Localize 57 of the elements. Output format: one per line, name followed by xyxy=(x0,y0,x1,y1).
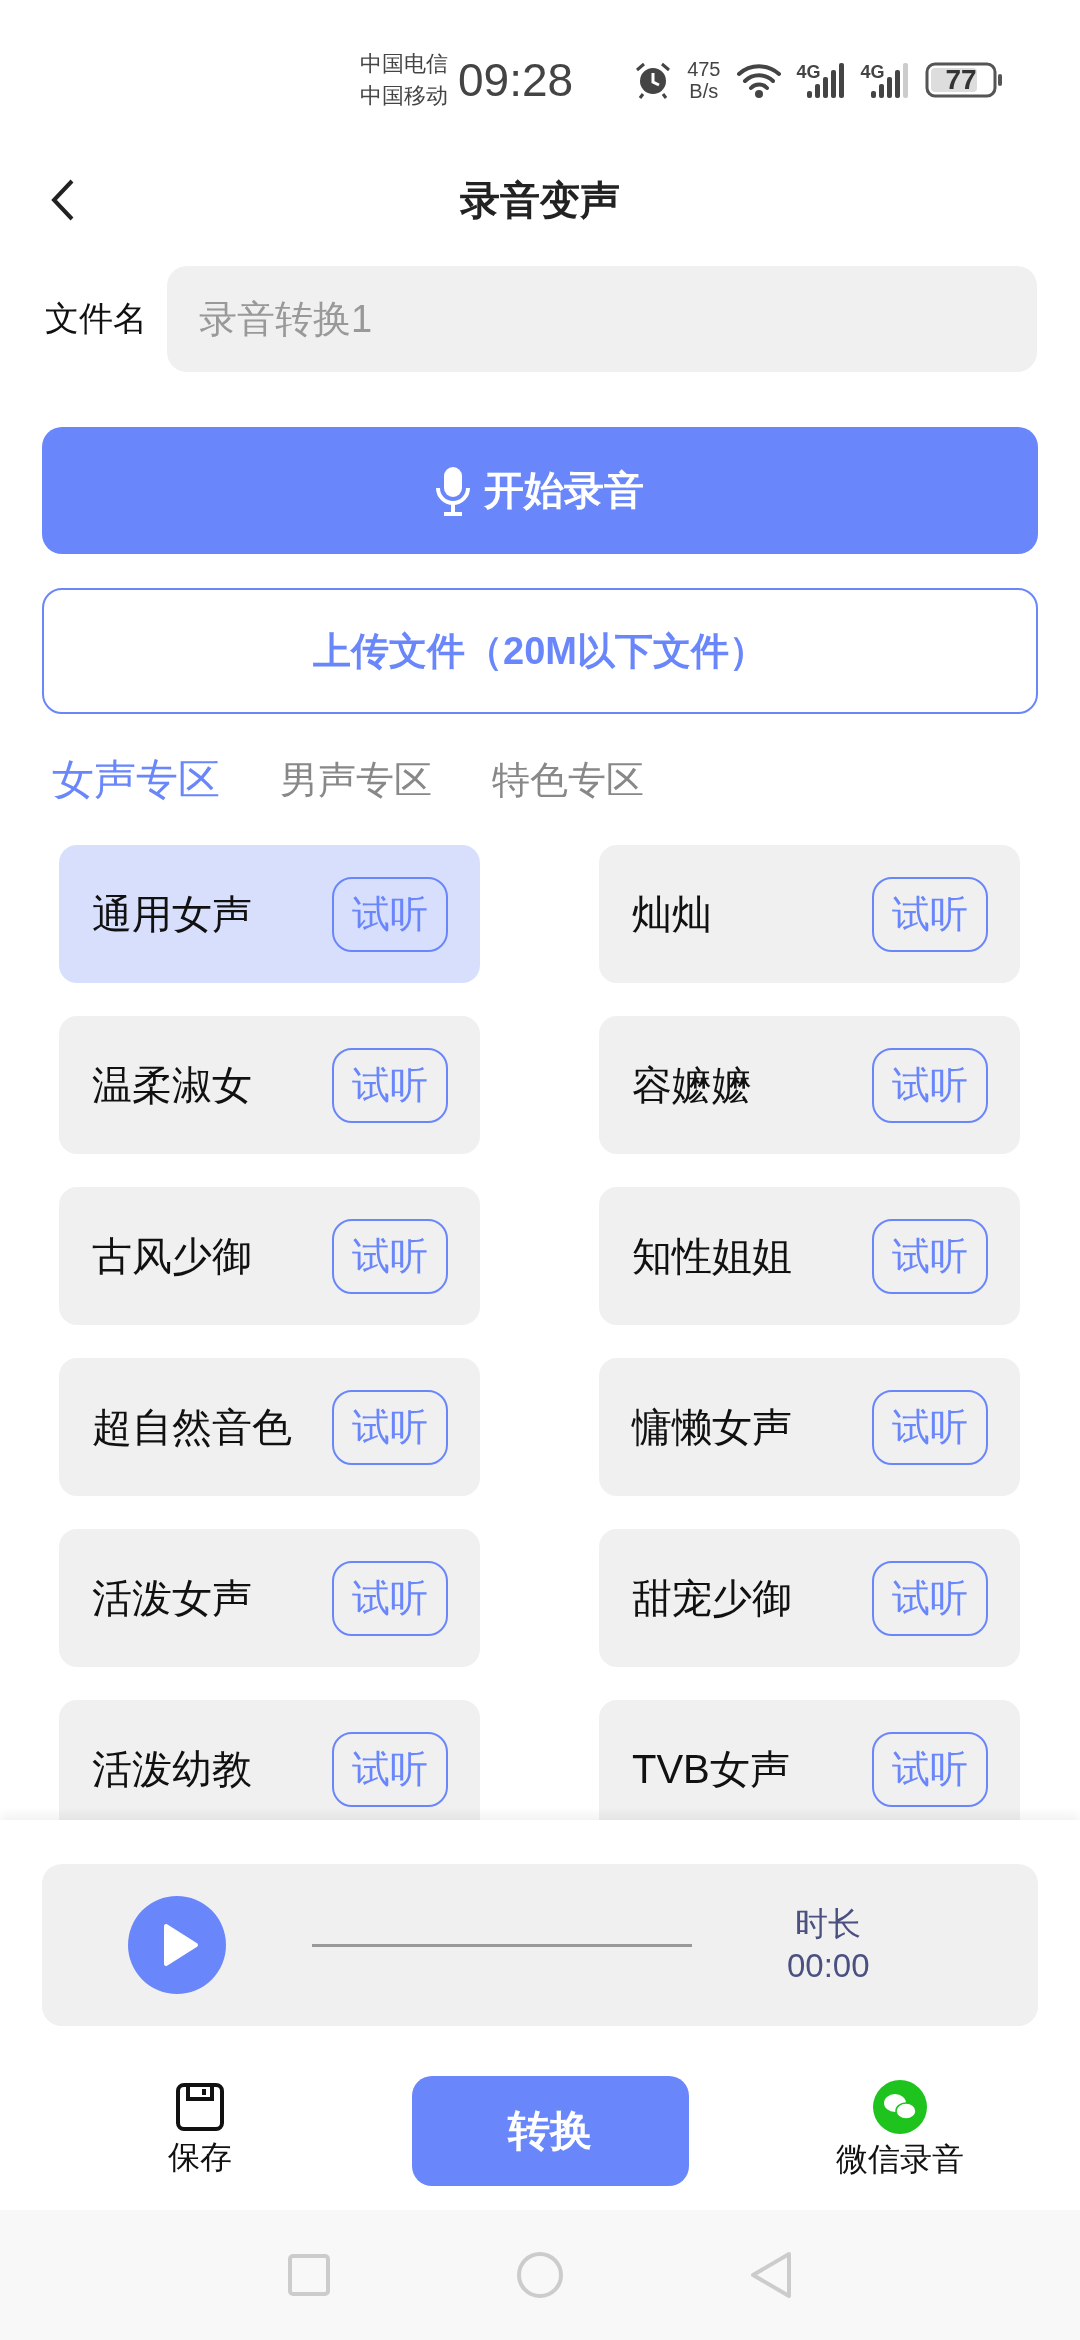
voice-card[interactable]: 甜宠少御 试听 xyxy=(599,1529,1020,1667)
save-label[interactable]: 保存 xyxy=(168,2136,232,2180)
voice-card[interactable]: 通用女声 试听 xyxy=(59,845,480,983)
preview-button[interactable]: 试听 xyxy=(872,1047,988,1123)
voice-name: 活泼女声 xyxy=(92,1574,252,1622)
voice-card[interactable]: 容嬷嬷 试听 xyxy=(599,1016,1020,1154)
upload-button[interactable]: 上传文件（20M以下文件） xyxy=(42,588,1038,714)
voice-name: 古风少御 xyxy=(92,1232,252,1280)
voice-name: 灿灿 xyxy=(632,890,712,938)
voice-name: 活泼幼教 xyxy=(92,1745,252,1793)
carrier-name: 中国移动 xyxy=(360,82,448,110)
preview-button[interactable]: 试听 xyxy=(332,1047,448,1123)
voice-card[interactable]: 温柔淑女 试听 xyxy=(59,1016,480,1154)
voice-card[interactable]: 灿灿 试听 xyxy=(599,845,1020,983)
voice-card[interactable]: 慵懒女声 试听 xyxy=(599,1358,1020,1496)
voice-name: 知性姐姐 xyxy=(632,1232,792,1280)
duration-value: 00:00 xyxy=(787,1946,870,1986)
record-button[interactable]: 开始录音 xyxy=(42,427,1038,554)
preview-button[interactable]: 试听 xyxy=(872,1560,988,1636)
preview-button[interactable]: 试听 xyxy=(332,876,448,952)
preview-button[interactable]: 试听 xyxy=(332,1731,448,1807)
page-title: 录音变声 xyxy=(460,176,620,224)
preview-button[interactable]: 试听 xyxy=(872,1389,988,1465)
voice-name: 容嬷嬷 xyxy=(632,1061,752,1109)
wechat-record-label[interactable]: 微信录音 xyxy=(836,2138,964,2182)
voice-card[interactable]: 超自然音色 试听 xyxy=(59,1358,480,1496)
duration-label: 时长 xyxy=(795,1904,862,1944)
network-type: 4G xyxy=(796,62,821,83)
preview-button[interactable]: 试听 xyxy=(332,1218,448,1294)
network-speed: 475 xyxy=(687,58,721,80)
preview-button[interactable]: 试听 xyxy=(332,1560,448,1636)
voice-tab[interactable]: 男声专区 xyxy=(280,754,432,806)
file-name-label: 文件名 xyxy=(45,298,147,339)
voice-tab[interactable]: 特色专区 xyxy=(492,754,644,806)
convert-button[interactable]: 转换 xyxy=(411,2076,689,2186)
voice-name: TVB女声 xyxy=(632,1745,790,1793)
preview-button[interactable]: 试听 xyxy=(872,1731,988,1807)
clock-time: 09:28 xyxy=(458,53,574,107)
preview-button[interactable]: 试听 xyxy=(332,1389,448,1465)
voice-name: 超自然音色 xyxy=(92,1403,292,1451)
voice-name: 温柔淑女 xyxy=(92,1061,252,1109)
voice-card[interactable]: 活泼女声 试听 xyxy=(59,1529,480,1667)
voice-card[interactable]: 古风少御 试听 xyxy=(59,1187,480,1325)
file-name-field[interactable]: 录音转换1 xyxy=(167,266,1037,372)
carrier-name: 中国电信 xyxy=(360,50,448,78)
voice-tab[interactable]: 女声专区 xyxy=(52,752,220,808)
network-speed: B/s xyxy=(689,80,719,102)
preview-button[interactable]: 试听 xyxy=(872,876,988,952)
battery-level: 77 xyxy=(945,64,977,96)
voice-card[interactable]: 活泼幼教 试听 xyxy=(59,1700,480,1820)
network-type: 4G xyxy=(860,62,885,83)
preview-button[interactable]: 试听 xyxy=(872,1218,988,1294)
voice-card[interactable]: 知性姐姐 试听 xyxy=(599,1187,1020,1325)
voice-name: 慵懒女声 xyxy=(632,1403,792,1451)
voice-name: 通用女声 xyxy=(92,890,252,938)
voice-card[interactable]: TVB女声 试听 xyxy=(599,1700,1020,1820)
voice-name: 甜宠少御 xyxy=(632,1574,792,1622)
